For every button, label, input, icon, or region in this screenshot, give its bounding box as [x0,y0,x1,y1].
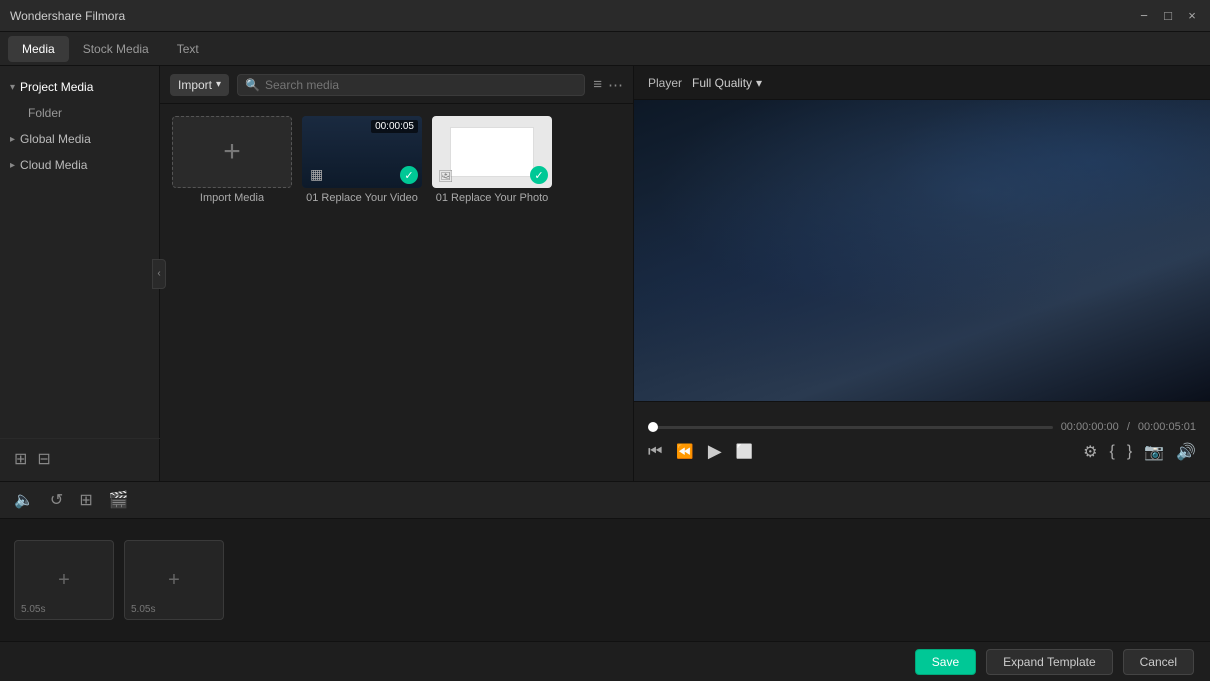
timeline-clip-1[interactable]: + 5.05s [14,540,114,620]
undo-icon[interactable]: ↺ [50,490,63,510]
timeline-clip-2[interactable]: + 5.05s [124,540,224,620]
crop-button[interactable]: ⬜ [736,443,753,460]
frame-back-button[interactable]: ⏪ [676,443,693,460]
window-controls: − □ × [1136,8,1200,24]
import-media-item[interactable]: + Import Media [172,116,292,204]
time-separator: / [1127,421,1130,433]
media-grid: + Import Media 00:00:05 ▦ ✓ 01 Replace Y… [160,104,633,481]
sidebar-item-global-media[interactable]: ▸ Global Media [0,126,159,152]
add-folder-icon[interactable]: ⊞ [14,449,27,469]
tab-media[interactable]: Media [8,36,69,62]
ctrl-right: ⚙ { } 📷 🔊 [1083,442,1196,462]
sidebar-collapse-button[interactable]: ‹ [152,259,166,289]
close-button[interactable]: × [1184,8,1200,24]
cancel-button[interactable]: Cancel [1123,649,1194,675]
ctrl-left: ⏮ ⏪ ▶ ⬜ [648,441,753,462]
app-title: Wondershare Filmora [10,9,125,23]
main-layout: ▾ Project Media Folder ▸ Global Media ▸ … [0,66,1210,481]
tab-text[interactable]: Text [163,36,213,62]
sidebar-item-cloud-media[interactable]: ▸ Cloud Media [0,152,159,178]
play-button[interactable]: ▶ [708,441,722,462]
search-box: 🔍 [237,74,585,96]
photo-check-badge: ✓ [530,166,548,184]
import-button[interactable]: Import ▾ [170,74,229,96]
plus-icon: + [168,569,180,592]
maximize-button[interactable]: □ [1160,8,1176,24]
photo-media-item[interactable]: 🖼 ✓ 01 Replace Your Photo [432,116,552,204]
tab-bar: Media Stock Media Text [0,32,1210,66]
video-label: 01 Replace Your Video [306,192,418,204]
player-video [634,100,1210,401]
more-icon[interactable]: ⋯ [608,76,623,94]
video-file-icon: ▦ [310,166,323,183]
chevron-down-icon: ▾ [756,76,762,90]
step-back-button[interactable]: ⏮ [648,443,662,461]
action-bar: Save Expand Template Cancel [0,641,1210,681]
controls-row: ⏮ ⏪ ▶ ⬜ ⚙ { } 📷 🔊 [648,441,1196,462]
clip-icon[interactable]: 🎬 [109,490,129,510]
photo-thumb: 🖼 ✓ [432,116,552,188]
sidebar-bottom-actions: ⊞ ⊟ [0,438,160,469]
player-label: Player [648,76,682,90]
audio-icon[interactable]: 🔈 [14,490,34,510]
expand-template-button[interactable]: Expand Template [986,649,1113,675]
import-thumb: + [172,116,292,188]
search-icon: 🔍 [245,78,260,92]
clip-1-duration: 5.05s [21,604,45,615]
progress-dot [648,422,658,432]
video-media-item[interactable]: 00:00:05 ▦ ✓ 01 Replace Your Video [302,116,422,204]
sidebar-item-project-media[interactable]: ▾ Project Media [0,74,159,100]
player-panel: Player Full Quality ▾ 00:00:00:00 / 00:0… [634,66,1210,481]
player-controls: 00:00:00:00 / 00:00:05:01 ⏮ ⏪ ▶ ⬜ ⚙ { } … [634,401,1210,481]
bottom-toolbar: 🔈 ↺ ⊞ 🎬 [0,481,1210,519]
chevron-right-icon: ▸ [10,134,15,145]
photo-file-icon: 🖼 [438,169,453,183]
video-timestamp: 00:00:05 [371,120,418,133]
sidebar-item-folder[interactable]: Folder [0,100,159,126]
import-folder-icon[interactable]: ⊟ [37,449,50,469]
chevron-right-icon: ▸ [10,160,15,171]
current-time: 00:00:00:00 [1061,421,1119,433]
sidebar: ▾ Project Media Folder ▸ Global Media ▸ … [0,66,160,481]
minimize-button[interactable]: − [1136,8,1152,24]
video-thumb: 00:00:05 ▦ ✓ [302,116,422,188]
volume-icon[interactable]: 🔊 [1176,442,1196,462]
photo-label: 01 Replace Your Photo [436,192,549,204]
player-header: Player Full Quality ▾ [634,66,1210,100]
settings-icon[interactable]: ⚙ [1083,442,1097,462]
clip-2-duration: 5.05s [131,604,155,615]
plus-icon: + [223,135,241,169]
crop-icon[interactable]: ⊞ [79,490,92,510]
progress-bar[interactable] [648,426,1053,429]
progress-row: 00:00:00:00 / 00:00:05:01 [648,421,1196,433]
total-time: 00:00:05:01 [1138,421,1196,433]
import-media-label: Import Media [200,192,264,204]
chevron-down-icon: ▾ [10,82,15,93]
mark-out-icon[interactable]: } [1127,443,1132,461]
mark-in-icon[interactable]: { [1109,443,1114,461]
snapshot-icon[interactable]: 📷 [1144,442,1164,462]
chevron-down-icon: ▾ [216,79,221,90]
titlebar: Wondershare Filmora − □ × [0,0,1210,32]
content-toolbar: Import ▾ 🔍 ≡ ⋯ [160,66,633,104]
check-badge: ✓ [400,166,418,184]
content-panel: Import ▾ 🔍 ≡ ⋯ + Import Media [160,66,634,481]
quality-select[interactable]: Full Quality ▾ [692,76,762,90]
save-button[interactable]: Save [915,649,976,675]
toolbar-icons: ≡ ⋯ [593,76,623,94]
timeline: + 5.05s + 5.05s [0,519,1210,641]
search-input[interactable] [265,78,577,92]
tab-stock-media[interactable]: Stock Media [69,36,163,62]
filter-icon[interactable]: ≡ [593,76,602,94]
plus-icon: + [58,569,70,592]
